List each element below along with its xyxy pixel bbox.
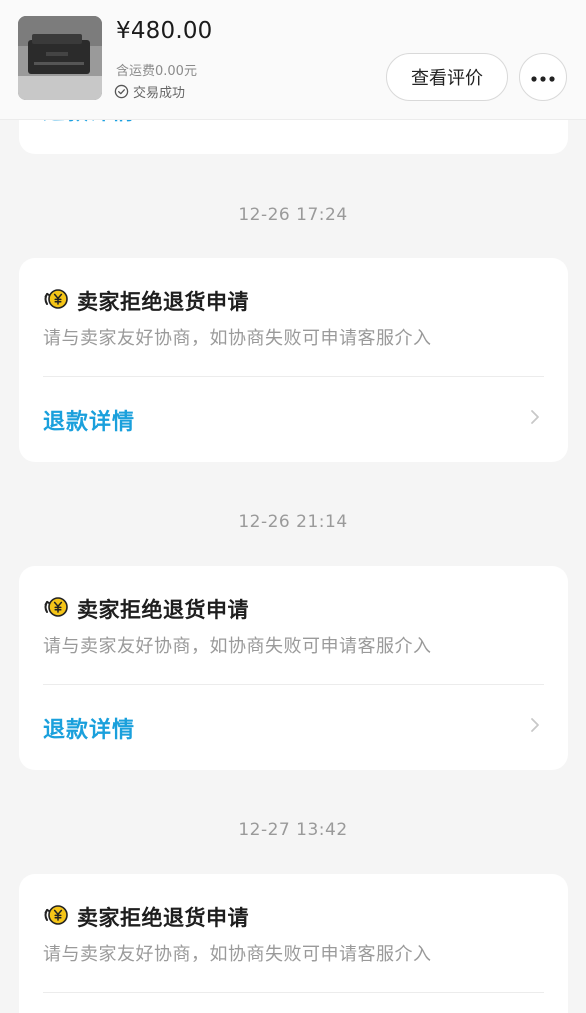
order-status: 交易成功 — [114, 82, 185, 101]
refund-coin-icon — [43, 288, 69, 314]
order-price: ¥480.00 — [116, 18, 213, 44]
chevron-right-icon[interactable] — [530, 409, 540, 429]
product-thumbnail[interactable] — [18, 16, 102, 100]
divider — [43, 376, 544, 377]
event-card: 卖家拒绝退货申请 请与卖家友好协商，如协商失败可申请客服介入 退款详情 — [19, 258, 568, 462]
order-status-label: 交易成功 — [133, 86, 186, 101]
event-timestamp: 12-26 17:24 — [238, 205, 348, 225]
event-card: 卖家拒绝退货申请 请与卖家友好协商，如协商失败可申请客服介入 退款详情 — [19, 566, 568, 770]
more-dots-icon — [530, 68, 556, 87]
more-button[interactable] — [519, 53, 567, 101]
event-title-row: 卖家拒绝退货申请 — [43, 902, 249, 932]
divider — [43, 684, 544, 685]
event-title: 卖家拒绝退货申请 — [77, 290, 249, 314]
event-description: 请与卖家友好协商，如协商失败可申请客服介入 — [43, 944, 432, 965]
event-timestamp: 12-27 13:42 — [238, 820, 348, 840]
refund-detail-link[interactable]: 退款详情 — [43, 712, 135, 744]
refund-coin-icon — [43, 596, 69, 622]
check-circle-icon — [114, 84, 129, 99]
event-timestamp: 12-26 21:14 — [238, 512, 348, 532]
event-title-row: 卖家拒绝退货申请 — [43, 286, 249, 316]
shipping-fee: 含运费0.00元 — [116, 64, 197, 79]
event-title: 卖家拒绝退货申请 — [77, 906, 249, 930]
event-description: 请与卖家友好协商，如协商失败可申请客服介入 — [43, 636, 432, 657]
view-review-button[interactable]: 查看评价 — [386, 53, 508, 101]
event-card: 卖家拒绝退货申请 请与卖家友好协商，如协商失败可申请客服介入 — [19, 874, 568, 1013]
divider — [43, 992, 544, 993]
event-title: 卖家拒绝退货申请 — [77, 598, 249, 622]
event-title-row: 卖家拒绝退货申请 — [43, 594, 249, 624]
order-summary-header: ¥480.00 含运费0.00元 交易成功 查看评价 — [0, 0, 586, 120]
refund-detail-link[interactable]: 退款详情 — [43, 404, 135, 436]
refund-coin-icon — [43, 904, 69, 930]
chevron-right-icon[interactable] — [530, 717, 540, 737]
event-description: 请与卖家友好协商，如协商失败可申请客服介入 — [43, 328, 432, 349]
